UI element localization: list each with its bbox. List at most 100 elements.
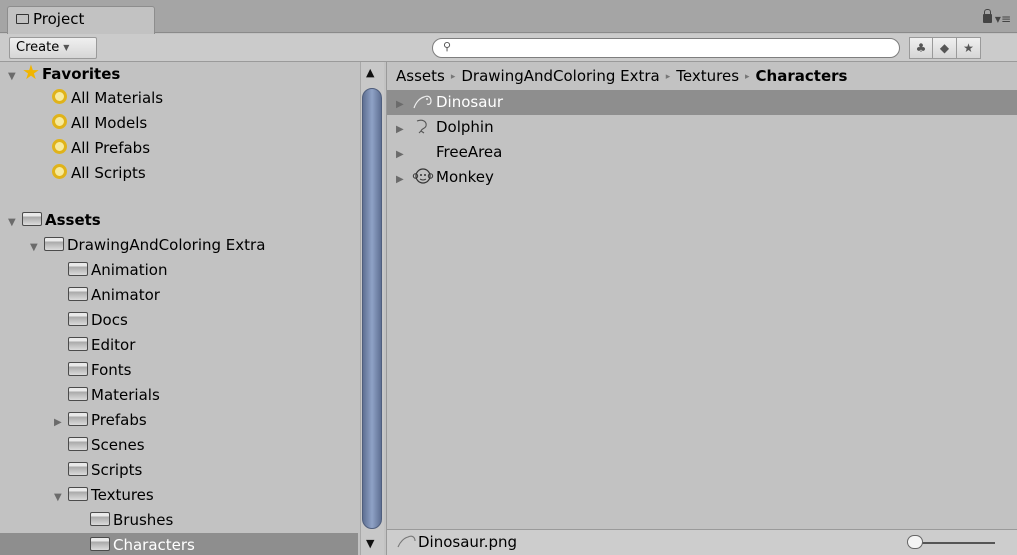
breadcrumb-current[interactable]: Characters: [756, 67, 848, 85]
asset-row[interactable]: ▶ FreeArea: [387, 140, 1017, 165]
tree-item-folder[interactable]: Scripts: [54, 458, 142, 483]
folder-icon: [44, 236, 64, 251]
breadcrumb: Assets ▸ DrawingAndColoring Extra ▸ Textures…: [396, 67, 847, 85]
folder-icon: [68, 411, 88, 426]
project-tab[interactable]: Project: [7, 6, 155, 34]
status-bar: Dinosaur.png: [387, 529, 1017, 555]
expand-arrow-icon[interactable]: ▶: [396, 142, 412, 167]
tree-label: All Prefabs: [71, 139, 151, 157]
tree-item-favorites[interactable]: ▼ ★ Favorites: [8, 60, 121, 89]
expand-arrow-icon[interactable]: ▶: [396, 167, 412, 192]
tree-item-root-folder[interactable]: ▼ DrawingAndColoring Extra: [30, 233, 265, 258]
tree-label: Prefabs: [91, 411, 147, 429]
filter-by-type-icon[interactable]: ♣: [909, 37, 933, 59]
folder-icon: [68, 486, 88, 501]
filter-buttons: ♣ ◆ ★: [909, 37, 981, 59]
asset-row[interactable]: ▶ Monkey: [387, 165, 1017, 190]
expand-arrow-icon[interactable]: ▼: [30, 235, 44, 260]
scroll-up-arrow-icon[interactable]: ▲: [366, 66, 374, 79]
panel-menu-icon[interactable]: ▾≡: [995, 12, 1011, 26]
expand-arrow-icon[interactable]: ▼: [8, 64, 22, 89]
image-file-icon: [397, 535, 416, 547]
asset-row[interactable]: ▶ Dolphin: [387, 115, 1017, 140]
tree-item-folder[interactable]: Brushes: [90, 508, 173, 533]
folder-icon: [68, 461, 88, 476]
tree-item-folder[interactable]: ▼ Textures: [54, 483, 154, 508]
filter-by-label-icon[interactable]: ◆: [933, 37, 957, 59]
tree-item-folder[interactable]: Scenes: [54, 433, 145, 458]
folder-icon: [68, 386, 88, 401]
tree-label: Favorites: [41, 65, 121, 83]
create-dropdown-button[interactable]: Create ▼: [9, 37, 97, 59]
tree-item-favorite[interactable]: All Scripts: [52, 161, 146, 186]
tree-label: Animation: [91, 261, 168, 279]
tree-item-folder[interactable]: Animator: [54, 283, 160, 308]
tree-label: Scripts: [91, 461, 143, 479]
tree-item-favorite[interactable]: All Prefabs: [52, 136, 150, 161]
monkey-thumbnail-icon: [412, 167, 434, 184]
window-tab-bar: Project ▾≡: [0, 0, 1017, 34]
scroll-down-arrow-icon[interactable]: ▼: [366, 537, 374, 550]
lock-icon[interactable]: [983, 9, 992, 23]
asset-row[interactable]: ▶ Dinosaur: [387, 90, 1017, 115]
search-input[interactable]: ⚲: [432, 38, 900, 58]
tree-label: Materials: [91, 386, 160, 404]
breadcrumb-item[interactable]: Textures: [676, 67, 739, 85]
folder-icon: [22, 211, 42, 226]
project-tab-label: Project: [33, 10, 85, 28]
folder-icon: [68, 361, 88, 376]
asset-list-panel: Assets ▸ DrawingAndColoring Extra ▸ Textures…: [386, 62, 1017, 555]
tree-item-folder[interactable]: Editor: [54, 333, 135, 358]
tree-item-folder[interactable]: ▶ Prefabs: [54, 408, 147, 433]
tree-item-favorite[interactable]: All Materials: [52, 86, 163, 111]
tree-label: Brushes: [113, 511, 174, 529]
expand-arrow-icon[interactable]: ▶: [396, 117, 412, 142]
tree-label: Animator: [91, 286, 160, 304]
blank-thumbnail-icon: [412, 142, 434, 160]
tree-label: DrawingAndColoring Extra: [67, 236, 266, 254]
dolphin-thumbnail-icon: [416, 119, 427, 133]
tree-item-folder[interactable]: Animation: [54, 258, 167, 283]
breadcrumb-item[interactable]: Assets: [396, 67, 445, 85]
folder-icon: [90, 536, 110, 551]
selected-file-path: Dinosaur.png: [396, 533, 517, 551]
asset-name: FreeArea: [436, 143, 503, 161]
expand-arrow-icon[interactable]: ▶: [54, 410, 68, 435]
expand-arrow-icon[interactable]: ▼: [8, 210, 22, 235]
breadcrumb-separator-icon: ▸: [450, 71, 456, 82]
expand-arrow-icon[interactable]: ▼: [54, 485, 68, 510]
tree-item-folder-selected[interactable]: Characters: [0, 533, 358, 555]
tree-item-folder[interactable]: Fonts: [54, 358, 131, 383]
tree-label: Docs: [91, 311, 128, 329]
breadcrumb-item[interactable]: DrawingAndColoring Extra: [461, 67, 659, 85]
zoom-slider-knob[interactable]: [907, 535, 923, 549]
tree-label: Characters: [113, 536, 195, 554]
tree-label: Assets: [45, 211, 101, 229]
zoom-slider-track[interactable]: [911, 542, 995, 544]
tree-label: Textures: [91, 486, 154, 504]
scrollbar-thumb[interactable]: [362, 88, 382, 529]
tree-label: All Materials: [71, 89, 164, 107]
star-icon: ★: [22, 60, 40, 84]
folder-tree: ▼ ★ Favorites All Materials All Models All…: [0, 60, 358, 555]
chevron-down-icon: ▼: [63, 43, 70, 52]
tree-item-assets[interactable]: ▼ Assets: [8, 208, 101, 233]
favorite-star-icon[interactable]: ★: [957, 37, 981, 59]
folder-icon: [90, 511, 110, 526]
folder-icon: [68, 336, 88, 351]
folder-icon: [68, 311, 88, 326]
search-filter-icon: [52, 139, 67, 154]
tree-label: All Scripts: [71, 164, 146, 182]
asset-name: Dinosaur: [436, 93, 504, 111]
dinosaur-thumbnail-icon: [413, 95, 432, 108]
tree-item-folder[interactable]: Materials: [54, 383, 160, 408]
tree-item-favorite[interactable]: All Models: [52, 111, 147, 136]
tree-item-folder[interactable]: Docs: [54, 308, 128, 333]
search-filter-icon: [52, 114, 67, 129]
create-label: Create: [16, 40, 60, 55]
search-filter-icon: [52, 89, 67, 104]
expand-arrow-icon[interactable]: ▶: [396, 92, 412, 117]
search-icon: ⚲: [443, 40, 452, 53]
folder-icon: [68, 286, 88, 301]
breadcrumb-separator-icon: ▸: [665, 71, 671, 82]
